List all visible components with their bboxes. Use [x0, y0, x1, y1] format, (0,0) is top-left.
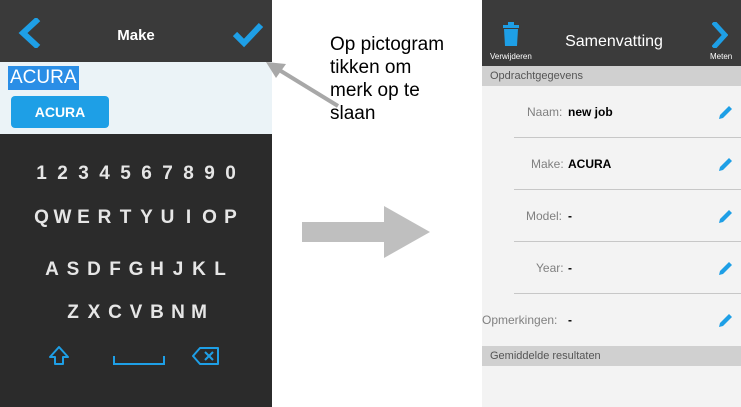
field-value: -	[568, 313, 572, 327]
measure-label[interactable]: Meten	[710, 52, 732, 61]
key-d[interactable]: D	[84, 259, 105, 281]
key-9[interactable]: 9	[199, 163, 220, 185]
key-z[interactable]: Z	[63, 302, 84, 324]
pencil-icon[interactable]	[718, 156, 734, 172]
key-2[interactable]: 2	[52, 163, 73, 185]
key-0[interactable]: 0	[220, 163, 241, 185]
space-bar-icon[interactable]	[113, 350, 165, 366]
field-value: -	[568, 261, 572, 275]
field-row-year: Year: -	[482, 242, 741, 294]
key-3[interactable]: 3	[73, 163, 94, 185]
key-m[interactable]: M	[189, 302, 210, 324]
suggestion-button[interactable]: ACURA	[11, 96, 109, 128]
make-entry-screen: Make ACURA ACURA 1 2 3 4 5 6 7 8 9 0 Q W…	[0, 0, 272, 407]
key-q[interactable]: Q	[31, 207, 52, 229]
checkmark-icon[interactable]	[232, 20, 264, 48]
key-p[interactable]: P	[220, 207, 241, 229]
keyboard-row-zxcv: Z X C V B N M	[0, 302, 272, 324]
key-y[interactable]: Y	[136, 207, 157, 229]
keyboard-row-qwerty: Q W E R T Y U I O P	[0, 207, 272, 229]
key-l[interactable]: L	[210, 259, 231, 281]
field-row-name: Naam: new job	[482, 86, 741, 138]
field-row-remarks: Opmerkingen: -	[482, 294, 741, 346]
pencil-icon[interactable]	[718, 208, 734, 224]
field-value: -	[568, 209, 572, 223]
chevron-right-icon[interactable]	[712, 22, 728, 48]
summary-header-bar: Verwijderen Samenvatting Meten	[482, 0, 741, 66]
field-label: Naam:	[527, 105, 563, 119]
delete-label[interactable]: Verwijderen	[490, 52, 532, 61]
callout-text: Op pictogram tikken om merk op te slaan	[330, 34, 445, 124]
key-e[interactable]: E	[73, 207, 94, 229]
field-value: new job	[568, 105, 613, 119]
key-5[interactable]: 5	[115, 163, 136, 185]
field-label: Make:	[531, 157, 564, 171]
field-label: Year:	[536, 261, 564, 275]
pencil-icon[interactable]	[718, 260, 734, 276]
flow-arrow-icon	[302, 206, 430, 258]
key-o[interactable]: O	[199, 207, 220, 229]
page-title: Samenvatting	[565, 33, 663, 50]
key-r[interactable]: R	[94, 207, 115, 229]
backspace-icon[interactable]	[192, 346, 220, 366]
key-8[interactable]: 8	[178, 163, 199, 185]
key-4[interactable]: 4	[94, 163, 115, 185]
keyboard-row-asdf: A S D F G H J K L	[0, 259, 272, 281]
field-row-model: Model: -	[482, 190, 741, 242]
summary-screen: Verwijderen Samenvatting Meten Opdrachtg…	[482, 0, 741, 407]
key-u[interactable]: U	[157, 207, 178, 229]
pencil-icon[interactable]	[718, 312, 734, 328]
key-f[interactable]: F	[105, 259, 126, 281]
field-label: Opmerkingen:	[482, 313, 558, 327]
field-value: ACURA	[568, 157, 612, 171]
key-w[interactable]: W	[52, 207, 73, 229]
key-t[interactable]: T	[115, 207, 136, 229]
section-header-average-results: Gemiddelde resultaten	[482, 346, 741, 366]
key-1[interactable]: 1	[31, 163, 52, 185]
section-header-order-details: Opdrachtgegevens	[482, 66, 741, 86]
shift-arrow-icon[interactable]	[48, 345, 70, 367]
key-s[interactable]: S	[63, 259, 84, 281]
make-input[interactable]: ACURA	[8, 66, 79, 90]
pencil-icon[interactable]	[718, 104, 734, 120]
key-g[interactable]: G	[126, 259, 147, 281]
key-j[interactable]: J	[168, 259, 189, 281]
chevron-left-icon[interactable]	[16, 18, 42, 48]
key-c[interactable]: C	[105, 302, 126, 324]
key-k[interactable]: K	[189, 259, 210, 281]
key-7[interactable]: 7	[157, 163, 178, 185]
key-h[interactable]: H	[147, 259, 168, 281]
key-n[interactable]: N	[168, 302, 189, 324]
field-row-make: Make: ACURA	[482, 138, 741, 190]
key-6[interactable]: 6	[136, 163, 157, 185]
key-b[interactable]: B	[147, 302, 168, 324]
keyboard-row-digits: 1 2 3 4 5 6 7 8 9 0	[0, 163, 272, 185]
key-x[interactable]: X	[84, 302, 105, 324]
key-v[interactable]: V	[126, 302, 147, 324]
page-title: Make	[117, 27, 155, 44]
key-i[interactable]: I	[178, 207, 199, 229]
make-header-bar: Make	[0, 0, 272, 62]
key-a[interactable]: A	[42, 259, 63, 281]
field-label: Model:	[526, 209, 563, 223]
trash-icon[interactable]	[502, 22, 520, 46]
